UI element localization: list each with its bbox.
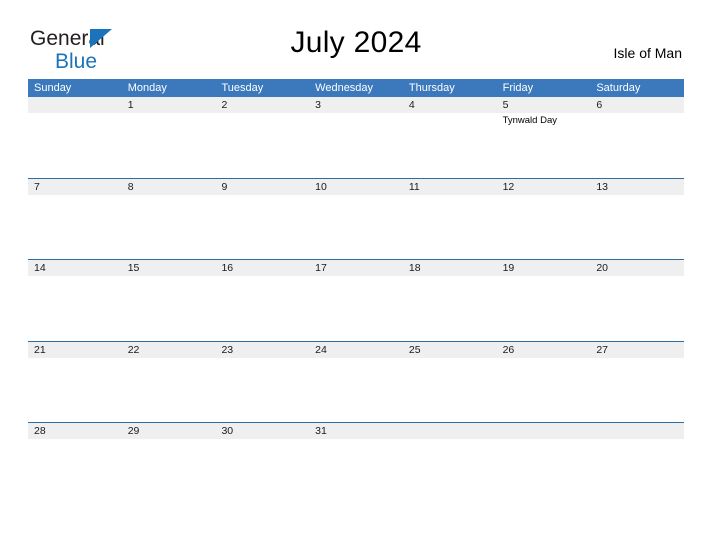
day-number: 1	[127, 99, 134, 111]
day-number: 20	[596, 262, 608, 275]
day-number: 25	[408, 343, 421, 356]
day-cell[interactable]: 31	[309, 423, 403, 504]
day-cell[interactable]: 9	[215, 179, 309, 260]
day-number: 3	[315, 99, 321, 111]
day-number	[409, 423, 497, 439]
day-number: 12	[502, 180, 515, 193]
weekday-header-wednesday: Wednesday	[315, 82, 374, 94]
day-number: 7	[34, 180, 40, 193]
day-cell[interactable]	[403, 423, 497, 504]
day-number: 4	[408, 99, 415, 111]
day-cell[interactable]: 27	[590, 342, 684, 423]
day-number: 30	[221, 425, 234, 438]
week-row: 21 22 23 24 25 26 27	[28, 340, 684, 423]
day-number: 5	[502, 99, 509, 111]
day-cell[interactable]: 8	[122, 179, 216, 260]
day-number: 26	[502, 343, 515, 356]
day-cell[interactable]: 1	[122, 97, 216, 178]
calendar-page: General Blue July 2024 Isle of Man Sunda…	[0, 0, 712, 550]
day-cell[interactable]	[497, 423, 591, 504]
day-cell[interactable]	[590, 423, 684, 504]
day-cell[interactable]: 25	[403, 342, 497, 423]
weekday-header-tuesday: Tuesday	[221, 82, 264, 94]
day-number: 6	[596, 99, 603, 111]
week-row: 7 8 9 10 11 12 13	[28, 177, 684, 260]
day-cell[interactable]: 13	[590, 179, 684, 260]
page-header: General Blue July 2024 Isle of Man	[0, 0, 712, 72]
day-event: Tynwald Day	[502, 115, 557, 126]
region-label: Isle of Man	[613, 45, 682, 61]
day-number: 11	[408, 180, 420, 193]
day-cell[interactable]: 14	[28, 260, 122, 341]
day-number: 28	[34, 425, 46, 438]
day-number: 16	[221, 262, 234, 275]
day-cell[interactable]	[28, 97, 122, 178]
day-number: 21	[34, 343, 46, 356]
week-row: 14 15 16 17 18 19 20	[28, 259, 684, 341]
day-number	[34, 97, 122, 113]
day-cell[interactable]: 4	[403, 97, 497, 178]
day-number: 14	[34, 262, 46, 275]
day-cell[interactable]: 16	[215, 260, 309, 341]
day-cell[interactable]: 22	[122, 342, 216, 423]
day-number: 10	[315, 180, 327, 193]
day-cell-holiday[interactable]: 5 Tynwald Day	[497, 97, 591, 178]
week-row: 1 2 3 4 5 Tynwald Day 6	[28, 97, 684, 178]
day-cell[interactable]: 17	[309, 260, 403, 341]
weekday-header-thursday: Thursday	[408, 82, 455, 94]
day-cell[interactable]: 19	[497, 260, 591, 341]
day-number	[596, 423, 684, 439]
day-cell[interactable]: 10	[309, 179, 403, 260]
day-cell[interactable]: 21	[28, 342, 122, 423]
day-cell[interactable]: 12	[497, 179, 591, 260]
day-cell[interactable]: 29	[122, 423, 216, 504]
day-number: 27	[596, 343, 608, 356]
weekday-header-sunday: Sunday	[34, 82, 72, 94]
day-number: 17	[315, 262, 327, 275]
day-cell[interactable]: 24	[309, 342, 403, 423]
day-cell[interactable]: 20	[590, 260, 684, 341]
day-cell[interactable]: 30	[215, 423, 309, 504]
day-number: 24	[315, 343, 327, 356]
day-number: 31	[315, 425, 327, 438]
weekday-header-saturday: Saturday	[596, 82, 641, 94]
day-cell[interactable]: 15	[122, 260, 216, 341]
day-cell[interactable]: 7	[28, 179, 122, 260]
day-cell[interactable]: 28	[28, 423, 122, 504]
day-cell[interactable]: 2	[215, 97, 309, 178]
page-title: July 2024	[290, 26, 422, 59]
day-cell[interactable]: 26	[497, 342, 591, 423]
day-number: 8	[127, 180, 134, 193]
day-number: 13	[596, 180, 608, 193]
day-number: 22	[127, 343, 140, 356]
day-number: 19	[502, 262, 515, 275]
day-cell[interactable]: 23	[215, 342, 309, 423]
day-number: 2	[221, 99, 228, 111]
day-cell[interactable]: 3	[309, 97, 403, 178]
weekday-header-friday: Friday	[502, 82, 534, 94]
day-number: 18	[408, 262, 421, 275]
weekday-header-monday: Monday	[127, 82, 167, 94]
day-cell[interactable]: 18	[403, 260, 497, 341]
day-number: 9	[221, 180, 228, 193]
day-cell[interactable]: 6	[590, 97, 684, 178]
calendar-grid: Sunday Monday Tuesday Wednesday Thursday…	[28, 79, 684, 504]
weekday-header-row: Sunday Monday Tuesday Wednesday Thursday…	[28, 79, 684, 97]
day-number: 29	[127, 425, 140, 438]
day-number: 15	[127, 262, 140, 275]
day-number: 23	[221, 343, 234, 356]
day-number	[503, 423, 591, 439]
day-cell[interactable]: 11	[403, 179, 497, 260]
week-row: 28 29 30 31	[28, 422, 684, 504]
